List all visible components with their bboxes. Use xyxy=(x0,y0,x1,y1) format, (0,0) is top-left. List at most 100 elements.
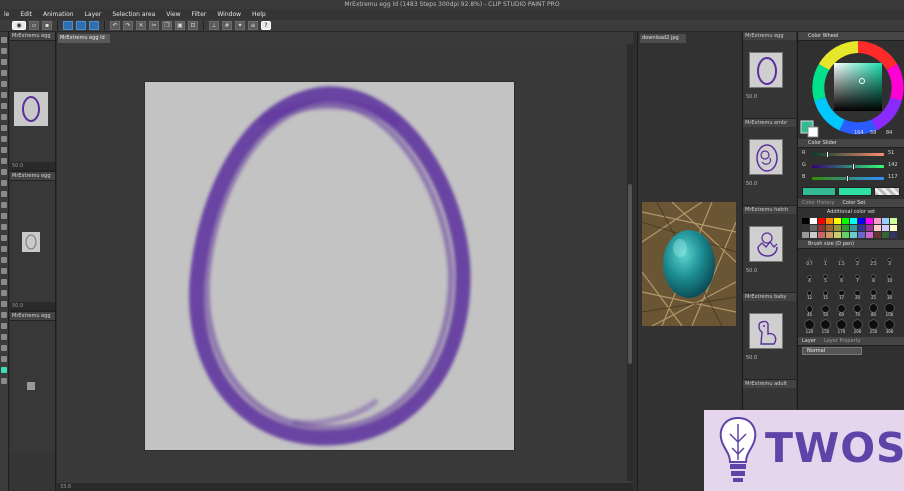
menu-selection-area[interactable]: Selection area xyxy=(112,9,155,20)
move-tool-icon[interactable] xyxy=(1,37,7,43)
palette-color[interactable] xyxy=(834,218,841,224)
brush-size-option[interactable]: 1.5 xyxy=(835,252,848,266)
brush-size-option[interactable]: 100 xyxy=(883,303,896,317)
watercolor-tool-icon[interactable] xyxy=(1,279,7,285)
correction-tool-icon[interactable] xyxy=(1,224,7,230)
brush-size-option[interactable]: 2 xyxy=(851,252,864,266)
cut-icon[interactable]: ✂ xyxy=(149,21,159,30)
green-slider[interactable]: G 142 xyxy=(798,160,904,172)
palette-color[interactable] xyxy=(858,225,865,231)
gradient-tool-icon[interactable] xyxy=(1,180,7,186)
palette-color[interactable] xyxy=(826,218,833,224)
layers-icon[interactable]: ≡ xyxy=(248,21,258,30)
brush-size-option[interactable]: 25 xyxy=(867,286,880,300)
frame-thumbnail[interactable] xyxy=(27,382,35,390)
palette-color[interactable] xyxy=(874,232,881,238)
brush-size-header[interactable]: Brush size (D pen) xyxy=(798,240,904,249)
palette-color[interactable] xyxy=(882,232,889,238)
hand-tool-icon[interactable] xyxy=(1,312,7,318)
frame-thumbnail[interactable] xyxy=(749,226,783,262)
palette-color[interactable] xyxy=(818,232,825,238)
brush-tool-icon[interactable] xyxy=(1,70,7,76)
brush-size-option[interactable]: 6 xyxy=(835,269,848,283)
brush-size-option[interactable]: 300 xyxy=(883,320,896,334)
palette-color[interactable] xyxy=(802,232,809,238)
green-slider-knob[interactable] xyxy=(852,163,855,170)
scrollbar-thumb[interactable] xyxy=(628,184,632,364)
brush-size-option[interactable]: 60 xyxy=(835,303,848,317)
line-tool-icon[interactable] xyxy=(1,290,7,296)
palette-color[interactable] xyxy=(818,225,825,231)
redo-icon[interactable]: ↷ xyxy=(123,21,133,30)
canvas-viewport[interactable] xyxy=(57,44,627,481)
main-color-swatch[interactable] xyxy=(802,187,836,196)
palette-color[interactable] xyxy=(850,218,857,224)
palette-color[interactable] xyxy=(874,225,881,231)
airbrush-tool-icon[interactable] xyxy=(1,257,7,263)
clip-studio-icon[interactable]: ◉ xyxy=(12,21,26,30)
blue-slider[interactable]: B 117 xyxy=(798,172,904,184)
pen-tool-icon[interactable] xyxy=(1,59,7,65)
color-wheel[interactable]: 164 59 84 xyxy=(798,41,904,139)
red-slider-knob[interactable] xyxy=(826,151,829,158)
green-slider-track[interactable] xyxy=(812,165,884,168)
palette-color[interactable] xyxy=(890,225,897,231)
red-slider-track[interactable] xyxy=(812,153,884,156)
open-file-icon[interactable]: ▪ xyxy=(42,21,52,30)
mask-tool-icon[interactable] xyxy=(1,345,7,351)
pencil-tool-icon[interactable] xyxy=(1,268,7,274)
gear-icon[interactable] xyxy=(1,356,7,362)
color-set-name[interactable]: Additional color set xyxy=(798,208,904,216)
new-file-icon[interactable]: ▫ xyxy=(29,21,39,30)
frame-hatch[interactable]: MrExtremu hatch 50.0 xyxy=(743,206,796,293)
zoom-tool-icon[interactable] xyxy=(1,48,7,54)
sub-color-icon[interactable] xyxy=(1,378,7,384)
shape-tool-icon[interactable] xyxy=(1,301,7,307)
tab-reference[interactable]: download2.jpg xyxy=(640,34,686,43)
select-tool-icon[interactable] xyxy=(1,114,7,120)
brush-size-option[interactable]: 170 xyxy=(835,320,848,334)
blue-slider-knob[interactable] xyxy=(846,175,849,182)
menu-edit[interactable]: Edit xyxy=(20,9,32,20)
palette-color[interactable] xyxy=(882,225,889,231)
decoration-tool-icon[interactable] xyxy=(1,213,7,219)
brush-size-option[interactable]: 50 xyxy=(819,303,832,317)
brush-size-option[interactable]: 8 xyxy=(867,269,880,283)
brush-size-option[interactable]: 150 xyxy=(819,320,832,334)
brush-size-option[interactable]: 2.5 xyxy=(867,252,880,266)
brush-size-option[interactable]: 30 xyxy=(883,286,896,300)
blend-mode-select[interactable]: Normal xyxy=(802,347,862,355)
left-frame-1[interactable]: MrExtremu egg 50.0 xyxy=(10,32,55,172)
palette-color[interactable] xyxy=(834,232,841,238)
fill-tool-icon[interactable] xyxy=(1,92,7,98)
menu-filter[interactable]: Filter xyxy=(192,9,207,20)
tab-layer-property[interactable]: Layer Property xyxy=(824,337,861,345)
left-frame-2[interactable]: MrExtremu egg 50.0 xyxy=(10,172,55,312)
brush-size-option[interactable]: 15 xyxy=(819,286,832,300)
brush-size-option[interactable]: 3 xyxy=(883,252,896,266)
brush-size-option[interactable]: 250 xyxy=(867,320,880,334)
rotate-tool-icon[interactable] xyxy=(1,323,7,329)
brush-size-option[interactable]: 20 xyxy=(851,286,864,300)
brush-size-option[interactable]: 17 xyxy=(835,286,848,300)
copy-icon[interactable]: ❐ xyxy=(162,21,172,30)
color-tool-icon[interactable] xyxy=(1,334,7,340)
palette-color[interactable] xyxy=(858,232,865,238)
frame-thumbnail[interactable] xyxy=(749,313,783,349)
brush-size-option[interactable]: 5 xyxy=(819,269,832,283)
palette-color[interactable] xyxy=(890,218,897,224)
clear-icon[interactable]: ✕ xyxy=(136,21,146,30)
help-icon[interactable]: ? xyxy=(261,21,271,30)
export-icon[interactable] xyxy=(89,21,99,30)
menu-animation[interactable]: Animation xyxy=(43,9,74,20)
palette-color[interactable] xyxy=(850,232,857,238)
palette-color[interactable] xyxy=(850,225,857,231)
palette-color[interactable] xyxy=(866,218,873,224)
palette-color[interactable] xyxy=(842,225,849,231)
brush-size-option[interactable]: 4 xyxy=(803,269,816,283)
palette-color[interactable] xyxy=(874,218,881,224)
transparent-swatch[interactable] xyxy=(874,187,900,196)
undo-icon[interactable]: ↶ xyxy=(110,21,120,30)
brush-size-option[interactable]: 70 xyxy=(851,303,864,317)
brush-size-option[interactable]: 7 xyxy=(851,269,864,283)
